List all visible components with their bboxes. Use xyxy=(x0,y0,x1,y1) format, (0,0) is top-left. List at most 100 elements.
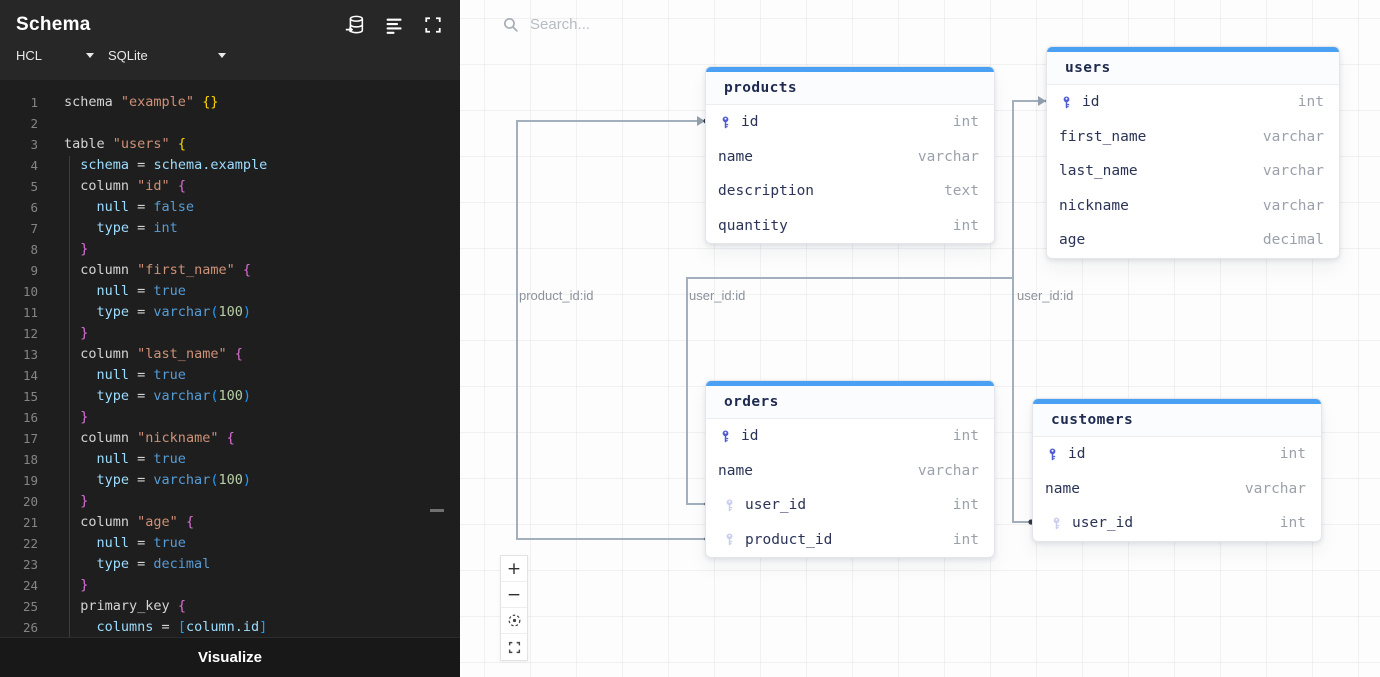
align-left-icon xyxy=(384,15,405,36)
line-number: 13 xyxy=(0,344,38,365)
expand-panel-button[interactable] xyxy=(422,14,444,36)
column-type: int xyxy=(953,532,979,548)
column-type: int xyxy=(1280,515,1306,531)
column-row[interactable]: namevarchar xyxy=(1033,472,1321,507)
zoom-in-button[interactable]: + xyxy=(501,556,527,582)
table-node-products[interactable]: productsidintnamevarchardescriptiontextq… xyxy=(705,66,995,244)
line-number: 16 xyxy=(0,407,38,428)
column-type: decimal xyxy=(1263,232,1324,248)
column-type: int xyxy=(953,428,979,444)
column-name: name xyxy=(718,149,753,165)
column-name: nickname xyxy=(1059,198,1129,214)
minus-icon: − xyxy=(507,585,521,605)
column-row[interactable]: product_id int xyxy=(706,523,994,558)
column-row[interactable]: quantity int xyxy=(706,209,994,244)
table-name: products xyxy=(706,72,994,105)
column-type: varchar xyxy=(918,149,979,165)
fullscreen-icon xyxy=(424,16,442,34)
line-number: 25 xyxy=(0,596,38,617)
scrollbar-thumb[interactable] xyxy=(430,509,444,512)
line-number: 5 xyxy=(0,176,38,197)
database-import-icon xyxy=(344,14,366,36)
visualize-button[interactable]: Visualize xyxy=(198,649,262,666)
fit-view-button[interactable] xyxy=(501,608,527,634)
plus-icon: + xyxy=(507,559,521,579)
table-node-orders[interactable]: ordersidintnamevarcharuser_idintproduct_… xyxy=(705,380,995,558)
column-row[interactable]: age decimal xyxy=(1047,223,1339,258)
column-name: id xyxy=(741,428,758,444)
table-name: customers xyxy=(1033,404,1321,437)
line-number: 17 xyxy=(0,428,38,449)
code-line: 3table "users" { xyxy=(0,134,460,155)
column-row[interactable]: id int xyxy=(1047,85,1339,120)
column-row[interactable]: name varchar xyxy=(706,140,994,175)
column-type: varchar xyxy=(918,463,979,479)
column-name: quantity xyxy=(718,218,788,234)
column-name: product_id xyxy=(745,532,832,548)
line-number: 3 xyxy=(0,134,38,155)
fit-view-icon xyxy=(507,613,522,628)
search-input[interactable] xyxy=(530,16,750,33)
edge-label: product_id:id xyxy=(519,288,593,303)
code-line: 1schema "example" {} xyxy=(0,92,460,113)
column-name: id xyxy=(1082,94,1099,110)
line-number: 21 xyxy=(0,512,38,533)
line-number: 4 xyxy=(0,155,38,176)
zoom-controls: + − xyxy=(500,555,528,661)
column-name: user_id xyxy=(745,497,806,513)
column-type: varchar xyxy=(1263,129,1324,145)
column-row[interactable]: first_namevarchar xyxy=(1047,120,1339,155)
code-line: 2 xyxy=(0,113,460,134)
line-number: 22 xyxy=(0,533,38,554)
column-name: age xyxy=(1059,232,1085,248)
table-name: orders xyxy=(706,386,994,419)
line-number: 12 xyxy=(0,323,38,344)
column-type: int xyxy=(1280,446,1306,462)
column-row[interactable]: user_idint xyxy=(706,488,994,523)
line-number: 11 xyxy=(0,302,38,323)
column-row[interactable]: descriptiontext xyxy=(706,174,994,209)
dialect-dropdown[interactable]: SQLite xyxy=(108,48,226,63)
column-row[interactable]: idint xyxy=(1033,437,1321,472)
schema-editor-panel: Schema xyxy=(0,0,460,677)
dialect-dropdown-value: SQLite xyxy=(108,48,148,63)
column-type: int xyxy=(953,218,979,234)
diagram-canvas[interactable]: productsidintnamevarchardescriptiontextq… xyxy=(460,0,1380,677)
primary-key-icon xyxy=(1045,446,1061,462)
app-window: Schema xyxy=(0,0,1380,677)
canvas-fullscreen-button[interactable] xyxy=(501,634,527,660)
visualize-bar: Visualize xyxy=(0,637,460,677)
column-row[interactable]: user_idint xyxy=(1033,506,1321,541)
line-number: 18 xyxy=(0,449,38,470)
fullscreen-icon xyxy=(508,641,521,654)
column-type: varchar xyxy=(1263,198,1324,214)
column-type: int xyxy=(1298,94,1324,110)
column-type: varchar xyxy=(1263,163,1324,179)
column-row[interactable]: last_namevarchar xyxy=(1047,154,1339,189)
line-number: 8 xyxy=(0,239,38,260)
language-dropdown[interactable]: HCL xyxy=(16,48,94,63)
page-title: Schema xyxy=(16,14,91,36)
column-row[interactable]: name varchar xyxy=(706,454,994,489)
zoom-out-button[interactable]: − xyxy=(501,582,527,608)
column-row[interactable]: nickname varchar xyxy=(1047,189,1339,224)
column-name: name xyxy=(718,463,753,479)
line-number: 2 xyxy=(0,113,38,134)
line-number: 19 xyxy=(0,470,38,491)
search-bar xyxy=(502,16,750,33)
code-editor[interactable]: 1schema "example" {}23table "users" {4 s… xyxy=(0,80,460,637)
search-icon xyxy=(502,16,519,33)
primary-key-icon xyxy=(718,428,734,444)
column-type: varchar xyxy=(1245,481,1306,497)
database-import-button[interactable] xyxy=(344,14,366,36)
column-type: text xyxy=(944,183,979,199)
chevron-down-icon xyxy=(218,53,226,58)
primary-key-icon xyxy=(718,114,734,130)
table-node-customers[interactable]: customersidintnamevarcharuser_idint xyxy=(1032,398,1322,542)
foreign-key-icon xyxy=(722,532,738,548)
column-row[interactable]: idint xyxy=(706,105,994,140)
chevron-down-icon xyxy=(86,53,94,58)
table-node-users[interactable]: usersidintfirst_namevarcharlast_namevarc… xyxy=(1046,46,1340,259)
column-row[interactable]: id int xyxy=(706,419,994,454)
format-code-button[interactable] xyxy=(383,14,405,36)
